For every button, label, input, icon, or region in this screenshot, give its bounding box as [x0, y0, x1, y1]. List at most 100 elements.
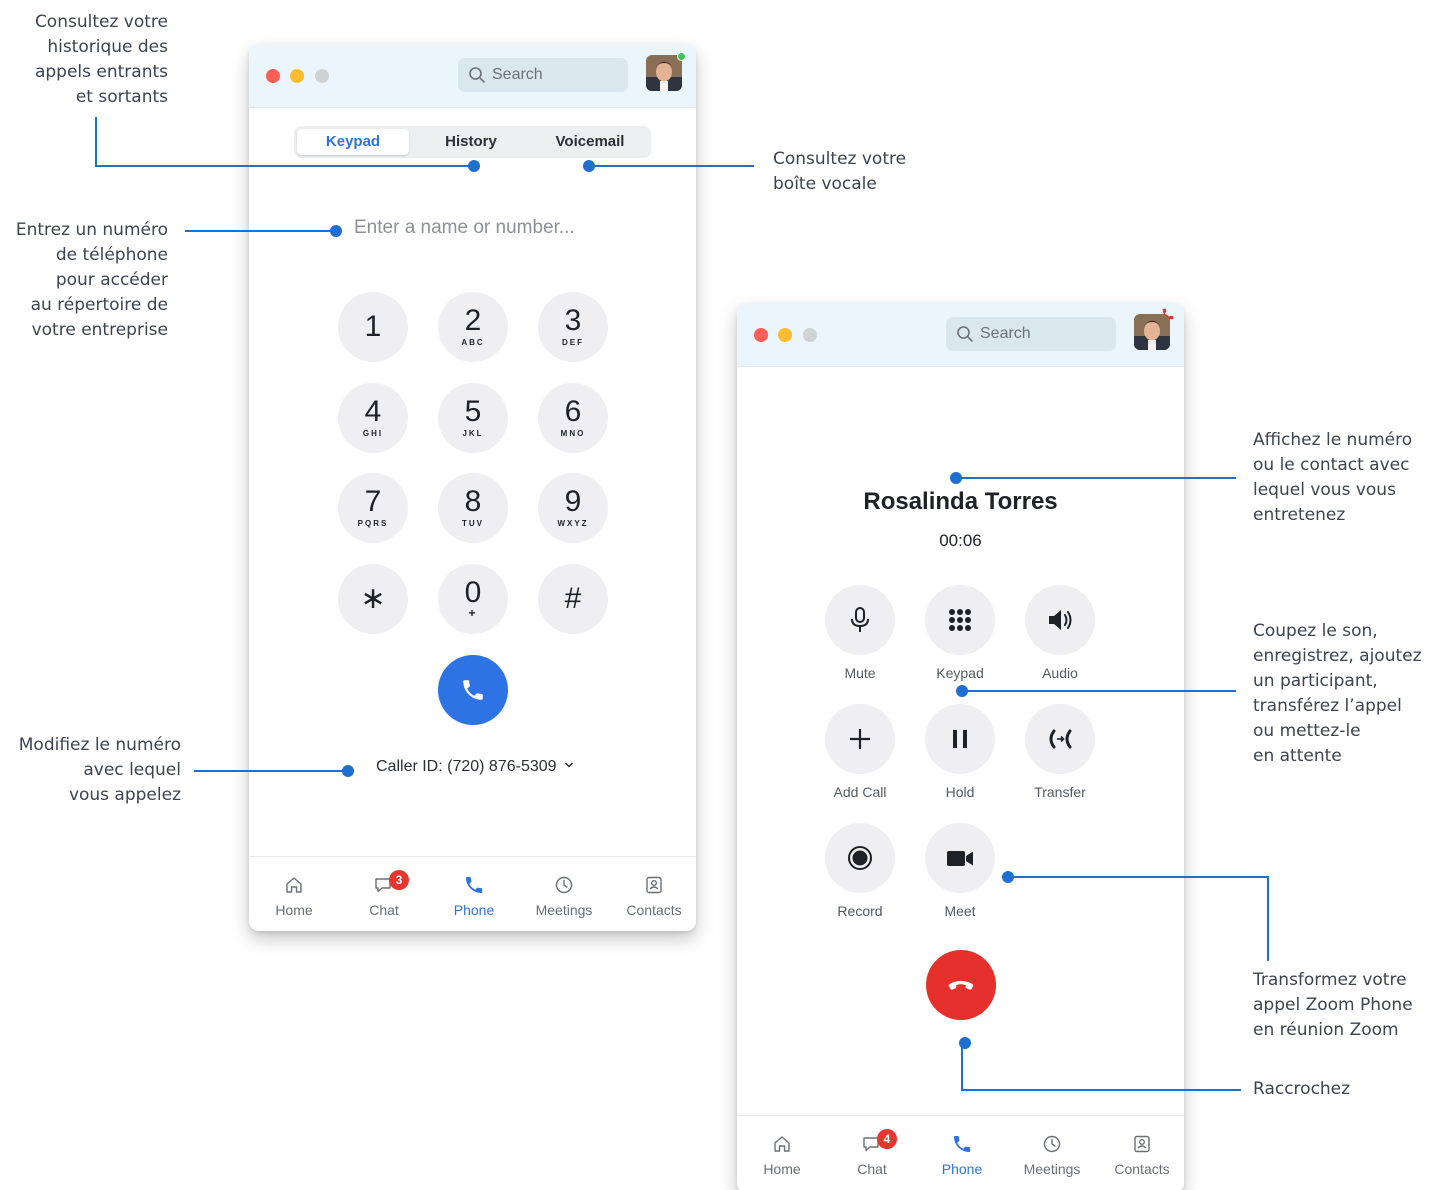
dialer-window: Search Keypad History Voicemail Enter a …	[249, 44, 696, 931]
key-6[interactable]: 6 MNO	[538, 383, 608, 453]
key-letters: PQRS	[357, 519, 389, 528]
nav-chat[interactable]: Chat 4	[827, 1116, 917, 1190]
zoom-window-button[interactable]	[315, 69, 329, 83]
nav-meetings[interactable]: Meetings	[1007, 1116, 1097, 1190]
key-0[interactable]: 0 +	[438, 564, 508, 634]
annotation-history: Consultez votre historique des appels en…	[34, 12, 168, 107]
key-star[interactable]: ∗	[338, 564, 408, 634]
control-label: Record	[837, 903, 883, 919]
close-window-button[interactable]	[754, 328, 768, 342]
key-digit: 3	[564, 304, 582, 337]
nav-meetings[interactable]: Meetings	[519, 857, 609, 931]
nav-label: Contacts	[626, 902, 682, 918]
key-hash[interactable]: #	[538, 564, 608, 634]
annotation-contact: Affichez le numéro ou le contact avec le…	[1253, 430, 1413, 525]
key-letters: JKL	[462, 429, 484, 438]
search-placeholder: Search	[980, 325, 1031, 342]
search-icon	[957, 326, 973, 342]
tab-keypad[interactable]: Keypad	[297, 129, 409, 155]
call-button[interactable]	[438, 655, 508, 725]
key-digit: 8	[464, 485, 482, 518]
key-5[interactable]: 5 JKL	[438, 383, 508, 453]
annotation-voicemail: Consultez votre boîte vocale	[773, 149, 907, 194]
nav-home[interactable]: Home	[737, 1116, 827, 1190]
title-bar: Search	[737, 303, 1184, 367]
nav-home[interactable]: Home	[249, 857, 339, 931]
number-input[interactable]: Enter a name or number...	[354, 217, 575, 239]
key-8[interactable]: 8 TUV	[438, 473, 508, 543]
search-icon	[469, 67, 485, 83]
call-duration: 00:06	[939, 531, 982, 550]
nav-label: Meetings	[1023, 1161, 1081, 1177]
key-digit: 6	[564, 395, 582, 428]
search-placeholder: Search	[492, 66, 543, 83]
key-digit: #	[564, 582, 582, 615]
title-bar: Search	[249, 44, 696, 108]
hang-up-button[interactable]	[926, 950, 996, 1020]
clock-icon	[1043, 1135, 1061, 1153]
tab-history[interactable]: History	[415, 129, 527, 155]
control-label: Transfer	[1034, 784, 1086, 800]
nav-chat[interactable]: Chat 3	[339, 857, 429, 931]
add-call-button[interactable]	[825, 704, 895, 774]
hang-up-icon	[948, 981, 974, 990]
transfer-button[interactable]	[1025, 704, 1095, 774]
key-4[interactable]: 4 GHI	[338, 383, 408, 453]
meet-button[interactable]	[925, 823, 995, 893]
nav-contacts[interactable]: Contacts	[1097, 1116, 1184, 1190]
key-digit: ∗	[360, 582, 386, 615]
nav-label: Phone	[453, 902, 495, 918]
key-letters: TUV	[462, 519, 484, 528]
caller-id-selector[interactable]: Caller ID: (720) 876-5309	[376, 758, 574, 776]
annotation-controls: Coupez le son, enregistrez, ajoutez un p…	[1253, 621, 1422, 766]
nav-label: Chat	[369, 902, 399, 918]
plus-icon	[850, 729, 870, 749]
on-call-status-icon	[1162, 308, 1174, 320]
key-letters: MNO	[560, 429, 586, 438]
audio-button[interactable]	[1025, 585, 1095, 655]
nav-phone[interactable]: Phone	[429, 857, 519, 931]
nav-label: Phone	[941, 1161, 983, 1177]
tab-voicemail[interactable]: Voicemail	[532, 129, 648, 155]
hold-button[interactable]	[925, 704, 995, 774]
home-icon	[774, 1136, 790, 1152]
search-box[interactable]: Search	[946, 317, 1116, 351]
minimize-window-button[interactable]	[778, 328, 792, 342]
key-2[interactable]: 2 ABC	[438, 292, 508, 362]
keypad-button[interactable]	[925, 585, 995, 655]
presence-status-dot	[677, 52, 686, 61]
close-window-button[interactable]	[266, 69, 280, 83]
key-1[interactable]: 1	[338, 292, 408, 362]
control-label: Audio	[1042, 665, 1078, 681]
avatar[interactable]	[646, 55, 682, 91]
annotation-hangup: Raccrochez	[1253, 1079, 1351, 1099]
mute-button[interactable]	[825, 585, 895, 655]
key-3[interactable]: 3 DEF	[538, 292, 608, 362]
microphone-icon	[851, 607, 869, 632]
phone-icon	[954, 1136, 971, 1152]
speaker-icon	[1049, 610, 1072, 630]
nav-label: Home	[763, 1161, 801, 1177]
nav-label: Contacts	[1114, 1161, 1170, 1177]
key-9[interactable]: 9 WXYZ	[538, 473, 608, 543]
key-letters: DEF	[562, 338, 584, 347]
nav-label: Meetings	[535, 902, 593, 918]
pause-icon	[953, 730, 967, 748]
key-digit: 5	[464, 395, 482, 428]
nav-phone[interactable]: Phone	[917, 1116, 1007, 1190]
nav-label: Home	[275, 902, 313, 918]
nav-contacts[interactable]: Contacts	[609, 857, 696, 931]
keypad-icon	[949, 609, 971, 631]
video-camera-icon	[947, 851, 973, 866]
caller-id-label: Caller ID: (720) 876-5309	[376, 758, 557, 775]
bottom-nav: Home Chat 4 Phone Meetings Contacts	[737, 1115, 1184, 1190]
contact-name: Rosalinda Torres	[863, 488, 1058, 515]
record-button[interactable]	[825, 823, 895, 893]
zoom-window-button[interactable]	[803, 328, 817, 342]
key-7[interactable]: 7 PQRS	[338, 473, 408, 543]
unread-badge: 4	[877, 1129, 897, 1149]
control-label: Add Call	[833, 784, 887, 800]
minimize-window-button[interactable]	[290, 69, 304, 83]
search-box[interactable]: Search	[458, 58, 628, 92]
phone-icon	[466, 877, 483, 893]
